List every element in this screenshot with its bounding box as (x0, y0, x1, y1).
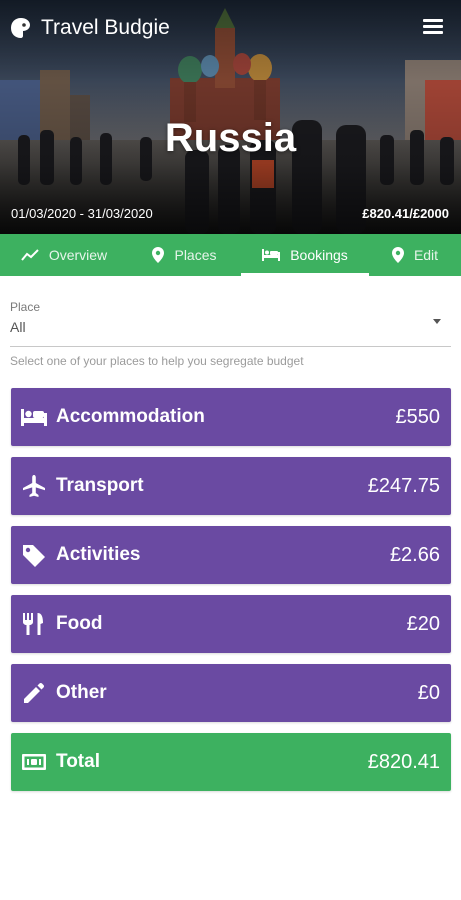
category-amount: £550 (395, 406, 441, 428)
budgie-logo-icon (11, 18, 30, 38)
trending-up-icon (21, 249, 39, 261)
hero-header: Travel Budgie Russia 01/03/2020 - 31/03/… (0, 0, 461, 234)
budget-summary: £820.41/£2000 (362, 206, 449, 221)
category-card-activities[interactable]: Activities £2.66 (11, 526, 451, 584)
total-label: Total (56, 751, 100, 772)
trip-title: Russia (164, 116, 297, 160)
tab-places[interactable]: Places (128, 234, 241, 276)
map-pin-icon (152, 247, 165, 263)
active-tab-indicator (241, 273, 369, 276)
money-icon (22, 754, 46, 770)
category-label: Transport (56, 475, 144, 496)
tab-places-label: Places (174, 247, 217, 263)
category-card-accommodation[interactable]: Accommodation £550 (11, 388, 451, 446)
app-title: Travel Budgie (41, 16, 170, 39)
hamburger-menu-icon[interactable] (421, 16, 445, 38)
category-card-other[interactable]: Other £0 (11, 664, 451, 722)
category-label: Other (56, 682, 107, 703)
category-amount: £20 (406, 613, 440, 635)
trip-date-range: 01/03/2020 - 31/03/2020 (11, 206, 153, 221)
total-card[interactable]: Total £820.41 (11, 733, 451, 791)
place-select[interactable]: All (10, 316, 451, 347)
tab-bookings[interactable]: Bookings (241, 234, 369, 276)
map-pin-icon (391, 247, 404, 263)
category-label: Food (56, 613, 103, 634)
dropdown-arrow-icon (433, 319, 441, 324)
category-amount: £247.75 (367, 475, 440, 497)
place-select-value: All (10, 319, 26, 335)
tab-overview[interactable]: Overview (0, 234, 128, 276)
airplane-icon (23, 475, 45, 497)
tab-edit-label: Edit (413, 247, 439, 263)
trip-tab-bar: Overview Places Bookings Edit (0, 234, 461, 276)
bed-icon (262, 249, 281, 261)
category-label: Accommodation (56, 406, 205, 427)
tab-bookings-label: Bookings (290, 247, 348, 263)
top-app-bar: Travel Budgie (0, 0, 461, 56)
category-card-food[interactable]: Food £20 (11, 595, 451, 653)
tab-overview-label: Overview (48, 247, 108, 263)
place-filter-label: Place (10, 300, 41, 314)
category-card-transport[interactable]: Transport £247.75 (11, 457, 451, 515)
place-filter-hint: Select one of your places to help you se… (10, 354, 304, 368)
category-amount: £0 (417, 682, 440, 704)
total-amount: £820.41 (367, 751, 440, 773)
tab-edit[interactable]: Edit (369, 234, 461, 276)
category-label: Activities (56, 544, 141, 565)
pencil-icon (24, 682, 45, 703)
tag-icon (23, 545, 45, 567)
category-amount: £2.66 (389, 544, 440, 566)
bed-icon (21, 409, 47, 426)
fork-knife-icon (23, 613, 43, 635)
